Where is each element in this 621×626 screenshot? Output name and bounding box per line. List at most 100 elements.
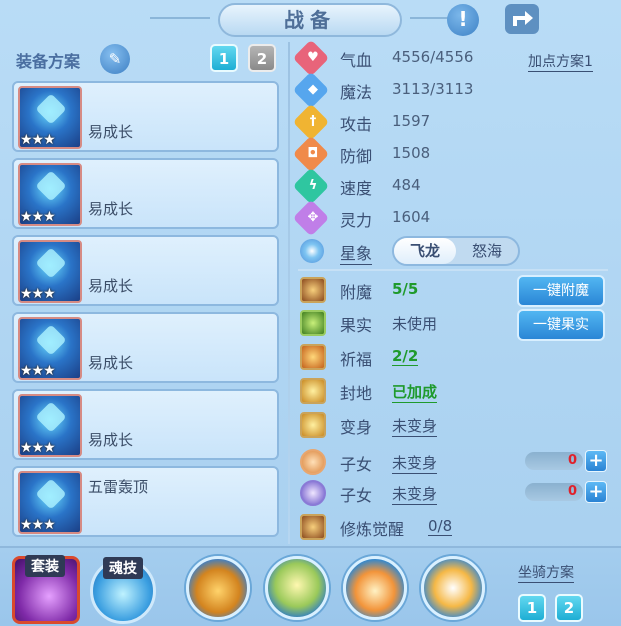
suit-button[interactable]: 套装 bbox=[12, 555, 80, 624]
equipment-name: 易成长 bbox=[88, 200, 134, 218]
enchant-icon bbox=[300, 277, 326, 303]
attribute-value: 1604 bbox=[392, 208, 431, 226]
equipment-stars: ★★★ bbox=[20, 132, 56, 148]
fruit-all-button[interactable]: 一键果实 bbox=[517, 309, 605, 341]
suit-label: 套装 bbox=[25, 555, 65, 577]
child-counter-2: 0 + bbox=[525, 481, 609, 503]
title-plate: 战备 bbox=[218, 3, 402, 37]
equipment-name: 五雷轰顶 bbox=[88, 478, 149, 496]
share-icon[interactable] bbox=[505, 4, 539, 34]
cultivation-icon bbox=[300, 514, 326, 540]
attribute-label: 灵力 bbox=[340, 211, 373, 230]
feature-value[interactable]: 0/8 bbox=[428, 517, 453, 536]
child-counter-1: 0 + bbox=[525, 450, 609, 472]
page-title: 战备 bbox=[284, 8, 336, 32]
blessing-icon bbox=[300, 344, 326, 370]
plus-button[interactable]: + bbox=[585, 450, 607, 472]
equipment-name: 易成长 bbox=[88, 431, 134, 449]
header-divider-left bbox=[150, 17, 210, 19]
equipment-list: ★★★ 易成长 ★★★ 易成长 ★★★ 易成长 ★★★ 易成长 ★★★ 易成长 … bbox=[12, 81, 279, 543]
feature-value[interactable]: 未变身 bbox=[392, 483, 438, 505]
equip-plan-slot-1-button[interactable]: 1 bbox=[210, 44, 238, 72]
equipment-name: 易成长 bbox=[88, 123, 134, 141]
skill-slot-1-icon[interactable] bbox=[186, 556, 250, 620]
section-divider bbox=[298, 269, 608, 271]
equipment-slot-1[interactable]: ★★★ 易成长 bbox=[12, 81, 279, 152]
equip-plan-header: 装备方案 ✎ 1 2 bbox=[14, 44, 284, 74]
attribute-defense: ◘ 防御 1508 bbox=[292, 135, 608, 173]
attribute-label: 速度 bbox=[340, 179, 373, 198]
skill-slot-2-icon[interactable] bbox=[265, 556, 329, 620]
feature-label: 变身 bbox=[340, 418, 373, 437]
skill-slot-3-icon[interactable] bbox=[343, 556, 407, 620]
attribute-value: 1597 bbox=[392, 112, 431, 130]
attribute-spirit: ✥ 灵力 1604 bbox=[292, 199, 608, 237]
attribute-value: 4556/4556 bbox=[392, 48, 474, 66]
equipment-name: 易成长 bbox=[88, 277, 134, 295]
star-sign-row: 星象 飞龙 怒海 bbox=[298, 236, 608, 266]
mount-plan-slot-2-button[interactable]: 2 bbox=[555, 594, 583, 622]
feature-label: 修炼觉醒 bbox=[340, 520, 405, 539]
transform-icon bbox=[300, 412, 326, 438]
feature-fief: 封地 已加成 bbox=[298, 376, 618, 406]
feature-label: 果实 bbox=[340, 316, 373, 335]
edit-pencil-icon[interactable]: ✎ bbox=[100, 44, 130, 74]
share-arrow-icon bbox=[513, 11, 533, 26]
child-icon bbox=[300, 449, 326, 475]
feature-value[interactable]: 未变身 bbox=[392, 452, 438, 474]
attribute-value: 3113/3113 bbox=[392, 80, 474, 98]
feature-value: 5/5 bbox=[392, 280, 419, 298]
feature-value[interactable]: 2/2 bbox=[392, 347, 419, 366]
feature-label: 祈福 bbox=[340, 350, 373, 369]
info-icon[interactable]: ! bbox=[447, 4, 479, 36]
skill-slot-4-icon[interactable] bbox=[421, 556, 485, 620]
equipment-stars: ★★★ bbox=[20, 517, 56, 533]
equipment-stars: ★★★ bbox=[20, 440, 56, 456]
equipment-stars: ★★★ bbox=[20, 209, 56, 225]
feature-label: 附魔 bbox=[340, 283, 373, 302]
fief-icon bbox=[300, 378, 326, 404]
equip-plan-label: 装备方案 bbox=[16, 52, 81, 71]
attribute-mp: ◆ 魔法 3113/3113 bbox=[292, 71, 608, 109]
feature-cultivation: 修炼觉醒 0/8 bbox=[298, 512, 618, 542]
equipment-slot-6[interactable]: ★★★ 五雷轰顶 bbox=[12, 466, 279, 537]
equipment-slot-2[interactable]: ★★★ 易成长 bbox=[12, 158, 279, 229]
mount-plan-slot-1-button[interactable]: 1 bbox=[518, 594, 546, 622]
counter-value: 0 bbox=[525, 452, 583, 470]
equipment-name: 易成长 bbox=[88, 354, 134, 372]
feature-label: 封地 bbox=[340, 384, 373, 403]
feature-transform: 变身 未变身 bbox=[298, 410, 618, 440]
attribute-label: 攻击 bbox=[340, 115, 373, 134]
equipment-slot-4[interactable]: ★★★ 易成长 bbox=[12, 312, 279, 383]
attribute-label: 防御 bbox=[340, 147, 373, 166]
feature-value[interactable]: 已加成 bbox=[392, 381, 438, 403]
battle-prep-panel: 战备 ! 装备方案 ✎ 1 2 ★★★ 易成长 ★★★ 易成长 ★★★ 易成长 bbox=[0, 0, 621, 626]
equipment-slot-3[interactable]: ★★★ 易成长 bbox=[12, 235, 279, 306]
attribute-value: 484 bbox=[392, 176, 421, 194]
star-sign-option-raging-sea[interactable]: 怒海 bbox=[456, 238, 518, 264]
attribute-label: 气血 bbox=[340, 51, 373, 70]
counter-value: 0 bbox=[525, 483, 583, 501]
equip-plan-slot-2-button[interactable]: 2 bbox=[248, 44, 276, 72]
feature-label: 子女 bbox=[340, 455, 373, 474]
enchant-all-button[interactable]: 一键附魔 bbox=[517, 275, 605, 307]
add-point-plan-link[interactable]: 加点方案1 bbox=[528, 51, 593, 72]
plus-button[interactable]: + bbox=[585, 481, 607, 503]
feature-value: 未使用 bbox=[392, 315, 438, 333]
equipment-stars: ★★★ bbox=[20, 286, 56, 302]
feature-blessing: 祈福 2/2 bbox=[298, 342, 618, 372]
soul-skill-button[interactable]: 魂技 bbox=[90, 557, 156, 624]
attribute-attack: † 攻击 1597 bbox=[292, 103, 608, 141]
feature-label: 子女 bbox=[340, 486, 373, 505]
equipment-slot-5[interactable]: ★★★ 易成长 bbox=[12, 389, 279, 460]
column-divider bbox=[288, 42, 290, 544]
star-sign-toggle[interactable]: 飞龙 怒海 bbox=[392, 236, 520, 266]
star-sign-label[interactable]: 星象 bbox=[340, 240, 373, 265]
attribute-value: 1508 bbox=[392, 144, 431, 162]
bottom-bar: 套装 魂技 坐骑方案 1 2 bbox=[0, 546, 621, 626]
star-sign-option-flying-dragon[interactable]: 飞龙 bbox=[394, 238, 456, 264]
star-sign-icon bbox=[300, 239, 324, 263]
feature-value[interactable]: 未变身 bbox=[392, 415, 438, 437]
mount-plan-label[interactable]: 坐骑方案 bbox=[518, 562, 574, 583]
soul-skill-label: 魂技 bbox=[103, 557, 143, 579]
